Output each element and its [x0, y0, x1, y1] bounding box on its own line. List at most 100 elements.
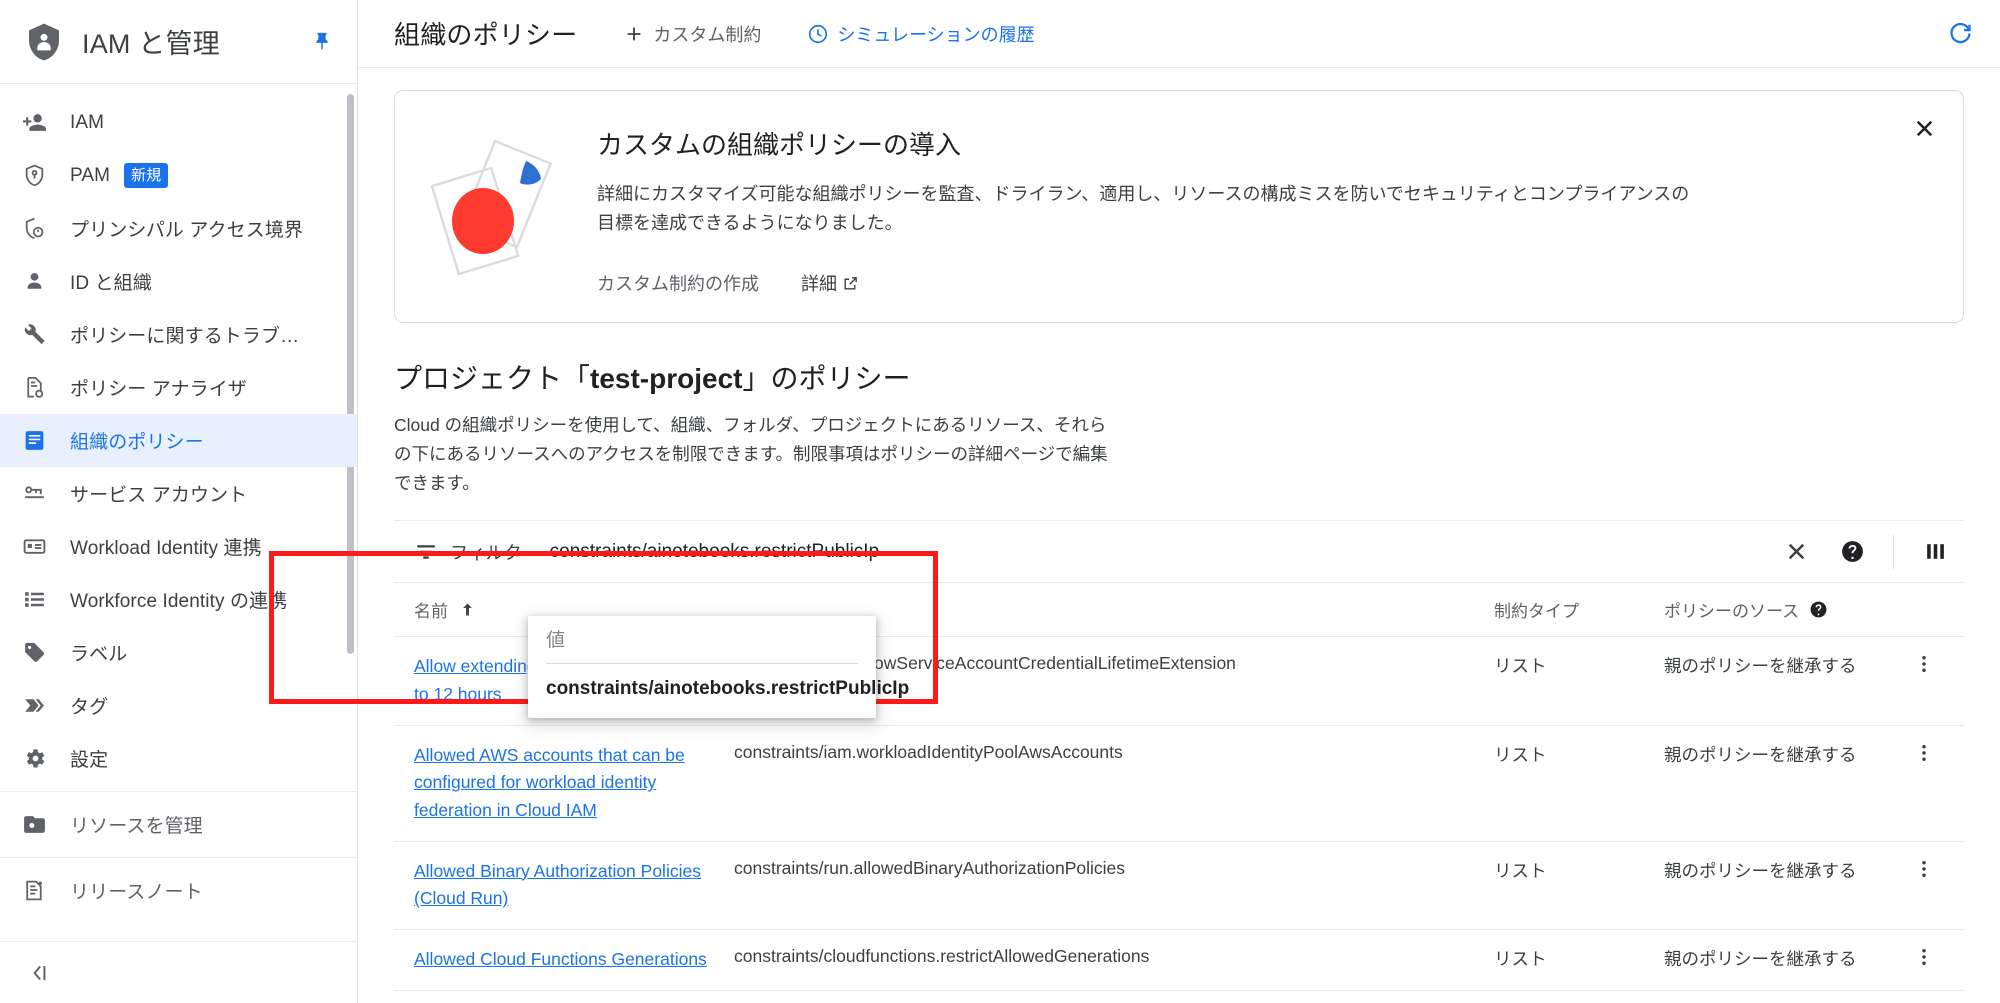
column-header-constraint-type[interactable]: 制約タイプ: [1484, 583, 1654, 638]
policy-name-link[interactable]: Allowed Binary Authorization Policies (C…: [414, 861, 701, 909]
cell-constraint-type: リスト: [1484, 929, 1654, 991]
cell-policy-source: 親のポリシーを継承する: [1654, 841, 1884, 930]
table-row: Allowed AWS accounts that can be configu…: [394, 725, 1964, 842]
shield-key-icon: [22, 163, 56, 188]
column-header-policy-source-label: ポリシーのソース: [1664, 602, 1800, 622]
cell-row-actions: [1884, 990, 1964, 1003]
column-header-constraint-type-label: 制約タイプ: [1494, 602, 1579, 622]
table-row: Allowed Destinations for Exporting Resou…: [394, 990, 1964, 1003]
policy-document-icon: [22, 428, 56, 453]
arrow-up-icon: [463, 604, 472, 616]
more-vert-icon[interactable]: [1894, 858, 1954, 880]
account-circle-icon: [22, 269, 56, 294]
project-name: test-project: [590, 363, 743, 395]
filter-value-suggestion-option[interactable]: constraints/ainotebooks.restrictPublicIp: [528, 664, 909, 718]
cell-policy-source: 親のポリシーを継承する: [1654, 725, 1884, 842]
clock-history-icon: [809, 24, 828, 43]
clear-filter-icon[interactable]: [1773, 529, 1819, 575]
create-custom-constraint-promo-button[interactable]: カスタム制約の作成: [597, 270, 759, 296]
policy-name-link[interactable]: Allowed Cloud Functions Generations: [414, 949, 707, 969]
cell-constraint-id: constraints/cloudfunctions.restrictAllow…: [724, 929, 1484, 991]
filter-label-group[interactable]: フィルタ: [404, 539, 522, 565]
table-row: Allowed Binary Authorization Policies (C…: [394, 841, 1964, 930]
column-settings-icon[interactable]: [1912, 529, 1958, 575]
sidebar-collapse-button[interactable]: [0, 941, 357, 1003]
sidebar-item-service-accounts[interactable]: サービス アカウント: [0, 467, 357, 520]
wrench-icon: [22, 322, 56, 347]
sidebar-item-labels[interactable]: ラベル: [0, 626, 357, 679]
more-vert-icon[interactable]: [1894, 742, 1954, 764]
list-icon: [22, 587, 56, 612]
simulation-history-button[interactable]: シミュレーションの履歴: [807, 21, 1035, 47]
create-custom-constraint-button[interactable]: カスタム制約: [623, 21, 761, 47]
filter-value-dropdown[interactable]: constraints/ainotebooks.restrictPublicIp: [528, 616, 909, 718]
iam-shield-logo-icon: [22, 20, 66, 64]
simulation-history-label: シミュレーションの履歴: [837, 24, 1035, 45]
document-search-icon: [22, 375, 56, 400]
external-link-icon: [844, 276, 857, 290]
filter-label: フィルタ: [450, 542, 522, 563]
cell-constraint-id: constraints/run.allowedBinaryAuthorizati…: [724, 841, 1484, 930]
sidebar-item-tags[interactable]: タグ: [0, 679, 357, 732]
policies-table-container: フィルタ constraints/ainotebooks.restrictPub…: [394, 520, 1964, 1003]
cell-row-actions: [1884, 725, 1964, 842]
policy-name-link[interactable]: Allowed AWS accounts that can be configu…: [414, 745, 685, 820]
filter-value-field-wrapper: [528, 616, 876, 664]
sidebar-item-pam[interactable]: PAM 新規: [0, 149, 357, 202]
cell-constraint-type: リスト: [1484, 841, 1654, 930]
cell-name: Allowed AWS accounts that can be configu…: [394, 725, 724, 842]
close-icon[interactable]: [1909, 113, 1939, 143]
cell-constraint-type: リスト: [1484, 990, 1654, 1003]
sidebar-divider: [0, 791, 357, 792]
sidebar-item-workload-identity-federation[interactable]: Workload Identity 連携: [0, 520, 357, 573]
sidebar-item-label: リリースノート: [70, 882, 203, 903]
filter-bar: フィルタ: [394, 521, 1964, 584]
sidebar-item-workforce-identity-federation[interactable]: Workforce Identity の連携: [0, 573, 357, 626]
filter-help-icon[interactable]: [1829, 529, 1875, 575]
abstract-shapes-icon: [430, 139, 553, 276]
sidebar-header: IAM と管理: [0, 0, 357, 84]
sidebar-nav: IAM PAM 新規 プリンシパル アクセス境界 ID と組織 ポリシーに関する…: [0, 84, 357, 941]
more-vert-icon[interactable]: [1894, 946, 1954, 968]
pin-icon[interactable]: [307, 27, 337, 57]
filter-bar-icons: [1773, 529, 1958, 575]
sidebar-item-manage-resources[interactable]: リソースを管理: [0, 798, 357, 851]
sidebar-item-policy-analyzer[interactable]: ポリシー アナライザ: [0, 361, 357, 414]
red-circle-shape: [452, 187, 514, 254]
filter-input[interactable]: [549, 540, 1773, 563]
sidebar-item-label: 組織のポリシー: [70, 432, 204, 453]
more-vert-icon[interactable]: [1894, 653, 1954, 675]
cell-policy-source: 親のポリシーを継承する: [1654, 990, 1884, 1003]
sidebar-item-badge: 新規: [124, 163, 169, 188]
column-header-policy-source[interactable]: ポリシーのソース: [1654, 583, 1884, 638]
sidebar-item-identity-and-organization[interactable]: ID と組織: [0, 255, 357, 308]
learn-more-link[interactable]: 詳細: [801, 270, 859, 296]
help-icon[interactable]: [1809, 600, 1828, 619]
cell-name: Allowed Binary Authorization Policies (C…: [394, 841, 724, 930]
promo-description: 詳細にカスタマイズ可能な組織ポリシーを監査、ドライラン、適用し、リソースの構成ミ…: [597, 184, 1690, 234]
cell-constraint-id: constraints/iam.workloadIdentityPoolAwsA…: [724, 725, 1484, 842]
application-root: IAM と管理 IAM PAM 新規 プリンシパル アクセス境界 ID と組織 …: [0, 0, 2000, 1003]
sidebar-item-organization-policies[interactable]: 組織のポリシー: [0, 414, 357, 467]
sidebar-item-release-notes[interactable]: リリースノート: [0, 864, 357, 917]
filter-icon: [417, 545, 435, 559]
sidebar-item-label: リソースを管理: [70, 816, 203, 837]
sidebar-item-label: サービス アカウント: [70, 485, 248, 506]
table-row: Allowed Cloud Functions Generations cons…: [394, 929, 1964, 991]
column-header-name-label: 名前: [414, 602, 448, 622]
cell-policy-source: 親のポリシーを継承する: [1654, 636, 1884, 726]
sidebar-item-iam[interactable]: IAM: [0, 96, 357, 149]
filter-value-input[interactable]: [546, 630, 858, 664]
cell-policy-source: 親のポリシーを継承する: [1654, 929, 1884, 991]
sidebar-item-principal-access-boundary[interactable]: プリンシパル アクセス境界: [0, 202, 357, 255]
refresh-icon[interactable]: [1947, 20, 1974, 47]
sidebar-item-label: ポリシーに関するトラブ…: [70, 326, 300, 347]
sidebar-item-label: プリンシパル アクセス境界: [70, 220, 304, 241]
cell-row-actions: [1884, 636, 1964, 726]
sidebar-item-policy-troubleshooter[interactable]: ポリシーに関するトラブ…: [0, 308, 357, 361]
sidebar-item-settings[interactable]: 設定: [0, 732, 357, 785]
tag-icon: [22, 693, 56, 718]
top-toolbar: 組織のポリシー カスタム制約 シミュレーションの履歴: [358, 0, 2000, 68]
sidebar-title: IAM と管理: [82, 29, 220, 59]
sidebar-item-label: Workforce Identity の連携: [70, 591, 288, 612]
